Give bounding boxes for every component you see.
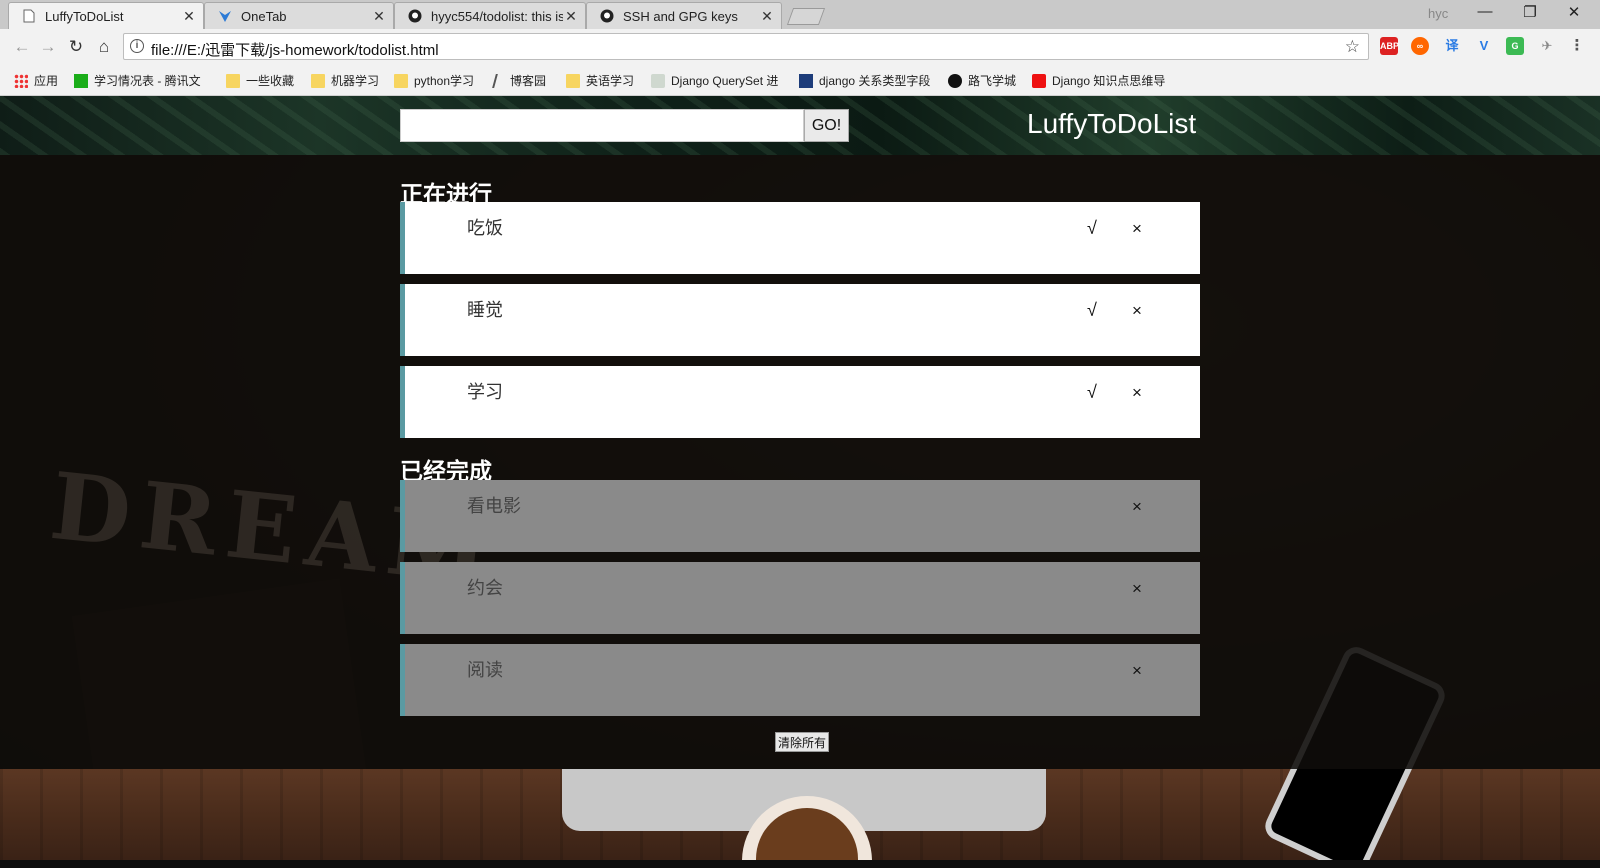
todo-text[interactable]: 睡觉 [467,296,503,322]
bookmark-star-icon[interactable]: ☆ [1345,37,1360,57]
luffy-icon [948,73,962,88]
done-item: 约会 × [400,562,1200,634]
bookmark-apps[interactable]: 应用 [14,72,58,89]
google-ext-icon[interactable]: G [1506,37,1524,55]
infinity-icon[interactable]: ∞ [1411,37,1429,55]
todo-page: GO! LuffyToDoList DREAM 正在进行 吃饭 √ × 睡觉 √… [0,96,1600,860]
done-item: 阅读 × [400,644,1200,716]
browser-tab-ssh-keys[interactable]: SSH and GPG keys ✕ [586,2,782,29]
clear-all-button[interactable]: 清除所有 [775,732,830,752]
new-tab-button[interactable] [786,8,826,25]
lj-icon [799,73,813,88]
window-close-icon[interactable]: ✕ [1552,3,1596,21]
tab-title: SSH and GPG keys [623,8,738,24]
delete-icon[interactable]: × [1132,497,1142,517]
delete-icon[interactable]: × [1132,383,1142,403]
close-icon[interactable]: ✕ [181,8,197,25]
done-item: 看电影 × [400,480,1200,552]
github-icon [407,8,423,24]
close-icon[interactable]: ✕ [371,8,387,25]
bookmark-folder-favorites[interactable]: 一些收藏 [226,72,294,89]
folder-icon [311,73,325,88]
check-icon[interactable]: √ [1087,382,1097,403]
bookmark-cnblogs[interactable]: 博客园 [492,72,546,89]
django-icon [651,73,665,88]
onetab-ext-icon[interactable]: V [1475,37,1493,55]
onetab-icon [217,8,233,24]
forward-icon[interactable]: → [38,37,58,57]
todo-text[interactable]: 学习 [467,378,503,404]
delete-icon[interactable]: × [1132,301,1142,321]
os-taskbar [0,860,1600,868]
folder-icon [226,73,240,88]
doing-item: 吃饭 √ × [400,202,1200,274]
adblock-icon[interactable]: ABP [1380,37,1399,55]
info-icon[interactable]: i [130,39,144,53]
profile-name[interactable]: hyc [1428,6,1448,21]
restore-icon[interactable]: ❐ [1508,3,1552,21]
sheet-icon [74,73,88,88]
close-icon[interactable]: ✕ [563,8,579,25]
bookmark-folder-ml[interactable]: 机器学习 [311,72,379,89]
check-icon[interactable]: √ [1087,300,1097,321]
home-icon[interactable]: ⌂ [94,37,114,57]
todo-input[interactable] [400,109,804,142]
bookmark-study-sheet[interactable]: 学习情况表 - 腾讯文 [74,72,201,89]
check-icon[interactable]: √ [1087,218,1097,239]
todo-text[interactable]: 阅读 [467,656,503,682]
bookmark-folder-python[interactable]: python学习 [394,72,474,89]
tab-title: LuffyToDoList [45,8,124,24]
todo-panel: DREAM 正在进行 吃饭 √ × 睡觉 √ × 学习 √ × 已经完成 看电影… [0,155,1600,769]
tab-title: OneTab [241,8,287,24]
menu-icon[interactable]: ⋮ [1568,37,1586,55]
reload-icon[interactable]: ↻ [66,37,86,57]
browser-toolbar: ← → ↻ ⌂ i file:///E:/迅雷下载/js-homework/to… [0,29,1600,65]
delete-icon[interactable]: × [1132,579,1142,599]
folder-icon [394,73,408,88]
address-bar[interactable]: i file:///E:/迅雷下载/js-homework/todolist.h… [123,33,1369,60]
app-header: GO! LuffyToDoList [0,96,1600,155]
back-icon[interactable]: ← [12,37,32,57]
page-icon [21,8,37,24]
delete-icon[interactable]: × [1132,661,1142,681]
app-brand: LuffyToDoList [1027,108,1197,139]
browser-tab-strip: LuffyToDoList ✕ OneTab ✕ hyyc554/todolis… [0,0,1600,29]
address-url: file:///E:/迅雷下载/js-homework/todolist.htm… [151,42,439,59]
tab-title: hyyc554/todolist: this is [431,8,563,24]
minimize-icon[interactable]: — [1463,3,1507,20]
bookmark-luffy[interactable]: 路飞学城 [948,72,1016,89]
bookmark-django-fields[interactable]: django 关系类型字段 [799,72,930,89]
csdn-icon [1032,73,1046,88]
folder-icon [566,73,580,88]
todo-text[interactable]: 约会 [467,574,503,600]
close-icon[interactable]: ✕ [759,8,775,25]
delete-icon[interactable]: × [1132,219,1142,239]
todo-text[interactable]: 看电影 [467,492,521,518]
bookmark-django-mindmap[interactable]: Django 知识点思维导 [1032,72,1165,89]
github-icon [599,8,615,24]
plane-icon[interactable]: ✈ [1538,37,1556,55]
cnblogs-icon [492,73,506,88]
bookmarks-bar: 应用 学习情况表 - 腾讯文 一些收藏 机器学习 python学习 博客园 英语… [0,65,1600,96]
todo-text[interactable]: 吃饭 [467,214,503,240]
bookmark-django-queryset[interactable]: Django QuerySet 进 [651,72,778,89]
browser-tab-luffytodolist[interactable]: LuffyToDoList ✕ [8,2,204,29]
doing-item: 学习 √ × [400,366,1200,438]
doing-item: 睡觉 √ × [400,284,1200,356]
browser-tab-github-todolist[interactable]: hyyc554/todolist: this is ✕ [394,2,586,29]
bookmark-folder-english[interactable]: 英语学习 [566,72,634,89]
browser-tab-onetab[interactable]: OneTab ✕ [204,2,394,29]
go-button[interactable]: GO! [804,109,849,142]
translate-icon[interactable]: 译 [1443,37,1461,55]
apps-icon [14,73,28,88]
